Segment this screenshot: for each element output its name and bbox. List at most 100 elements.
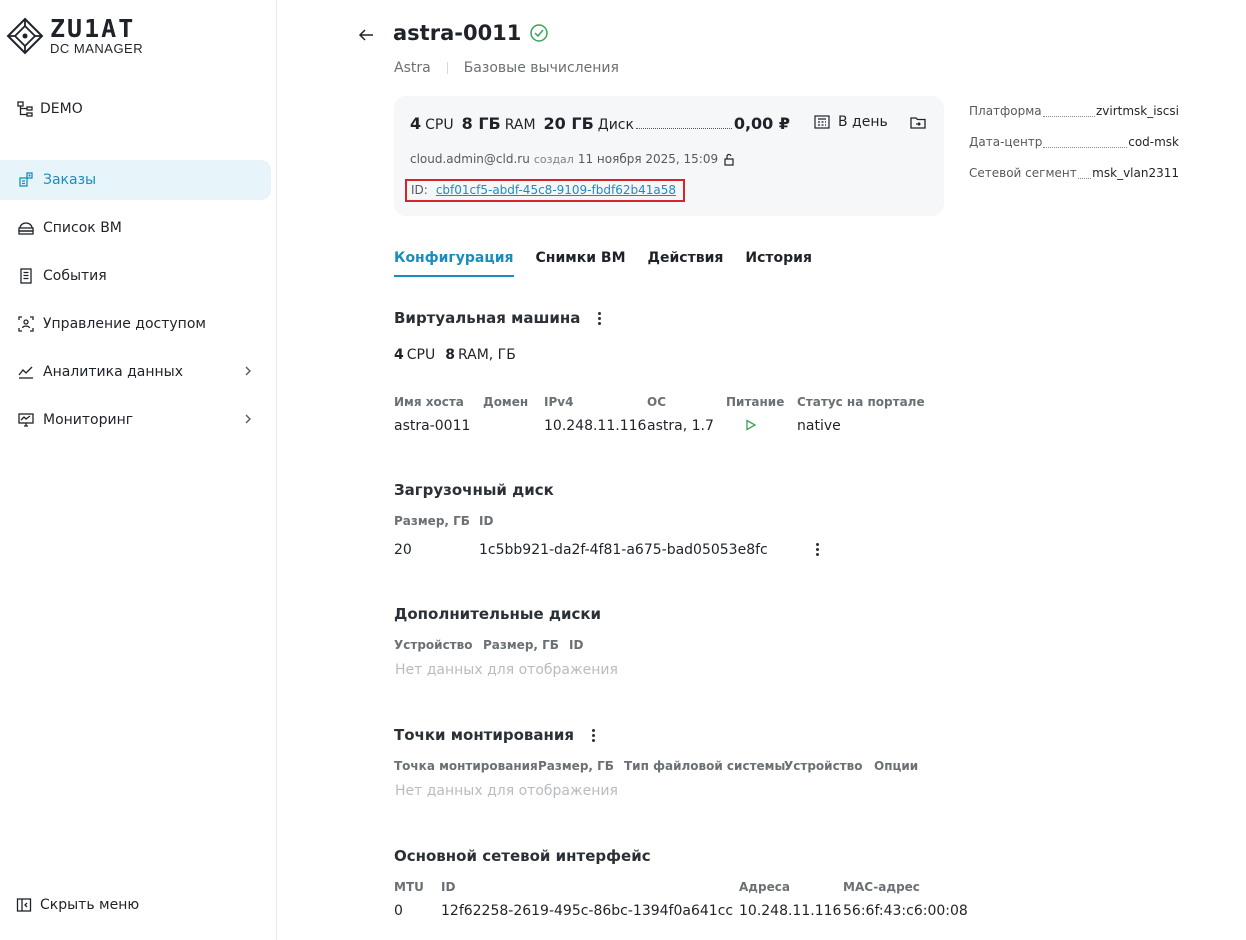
col-header-device: Устройство	[784, 759, 863, 773]
collapse-sidebar-icon	[16, 898, 32, 912]
main-content: astra-0011 Astra Базовые вычисления 4 CPU…	[277, 0, 1246, 940]
vm-cpu-value: 4	[394, 347, 404, 363]
created-label: создал	[533, 152, 574, 166]
vm-cpu-unit: CPU	[406, 347, 436, 363]
events-icon	[17, 267, 35, 285]
mounts-section-title: Точки монтирования	[394, 726, 599, 744]
ram-unit: RAM	[504, 117, 536, 133]
vm-section-title: Виртуальная машина	[394, 309, 605, 327]
back-arrow-icon[interactable]	[357, 26, 375, 44]
boot-disk-id: 1c5bb921-da2f-4f81-a675-bad05053e8fc	[479, 542, 768, 558]
logo-sub-text: DC MANAGER	[50, 41, 144, 56]
vm-resources: 4 CPU 8 RAM, ГБ	[394, 347, 516, 363]
network-segment-row: Сетевой сегмент msk_vlan2311	[969, 166, 1179, 197]
cpu-unit: CPU	[425, 117, 454, 133]
disk-unit: Диск	[597, 117, 634, 133]
nav-item-events[interactable]: События	[0, 256, 271, 296]
network-address: 10.248.11.116	[739, 903, 842, 919]
nav-label: Список ВМ	[43, 220, 122, 236]
nav-label: События	[43, 268, 107, 284]
vm-os: astra, 1.7	[647, 418, 714, 434]
vm-portal-status: native	[797, 418, 841, 434]
network-id: 12f62258-2619-495c-86bc-1394f0a641cc	[441, 903, 734, 919]
order-id-box: ID: cbf01cf5-abdf-45c8-9109-fbdf62b41a58	[405, 179, 685, 202]
network-section-title: Основной сетевой интерфейс	[394, 847, 651, 865]
order-id-link[interactable]: cbf01cf5-abdf-45c8-9109-fbdf62b41a58	[436, 183, 676, 197]
dotted-leader	[635, 128, 732, 129]
col-header-size: Размер, ГБ	[538, 759, 614, 773]
col-header-domain: Домен	[483, 395, 529, 409]
boot-disk-size: 20	[394, 542, 412, 558]
platform-value: zvirtmsk_iscsi	[1095, 104, 1179, 118]
vm-list-icon	[17, 219, 35, 237]
tab-snapshots[interactable]: Снимки ВМ	[536, 250, 626, 277]
col-header-id: ID	[569, 638, 584, 652]
col-header-power: Питание	[726, 395, 785, 409]
col-header-id: ID	[441, 880, 456, 894]
tab-configuration[interactable]: Конфигурация	[394, 250, 514, 277]
logo[interactable]: ZU1AT DC MANAGER	[6, 16, 143, 56]
nav-label: Мониторинг	[43, 412, 134, 428]
hide-menu-button[interactable]: Скрыть меню	[16, 897, 139, 913]
tab-actions[interactable]: Действия	[648, 250, 724, 277]
network-title-text: Основной сетевой интерфейс	[394, 847, 651, 865]
col-header-mtu: MTU	[394, 880, 424, 894]
network-segment-value: msk_vlan2311	[1092, 166, 1179, 180]
nav-item-analytics[interactable]: Аналитика данных	[0, 352, 271, 392]
col-header-os: ОС	[647, 395, 667, 409]
nav-label: Управление доступом	[43, 316, 206, 332]
mounts-more-button[interactable]	[588, 727, 599, 744]
datacenter-value: cod-msk	[1128, 135, 1179, 149]
breadcrumb-separator	[446, 62, 448, 74]
col-header-size: Размер, ГБ	[394, 514, 470, 528]
vm-name: astra-0011	[393, 21, 522, 45]
col-header-id: ID	[479, 514, 494, 528]
logo-mark-icon	[6, 17, 44, 55]
monitoring-icon	[17, 411, 35, 429]
breadcrumb: Astra Базовые вычисления	[394, 60, 619, 76]
breadcrumb-item-service[interactable]: Базовые вычисления	[464, 60, 619, 76]
dotted-leader	[1043, 147, 1128, 148]
disk-value: 20 ГБ	[543, 114, 594, 133]
chevron-right-icon	[243, 413, 253, 428]
nav-item-vm-list[interactable]: Список ВМ	[0, 208, 271, 248]
project-selector[interactable]: DEMO	[16, 100, 83, 118]
unlock-icon[interactable]	[723, 153, 735, 166]
col-header-size: Размер, ГБ	[483, 638, 559, 652]
breadcrumb-item-os[interactable]: Astra	[394, 60, 431, 76]
nav-label: Аналитика данных	[43, 364, 183, 380]
platform-label: Платформа	[969, 104, 1042, 118]
creator-email: cloud.admin@cld.ru	[410, 152, 530, 166]
network-mtu: 0	[394, 903, 403, 919]
creator-info: cloud.admin@cld.ru создал 11 ноября 2025…	[410, 152, 735, 166]
extra-disks-title-text: Дополнительные диски	[394, 605, 602, 623]
power-on-icon[interactable]	[745, 419, 757, 431]
billing-period-selector[interactable]: В день	[814, 114, 888, 130]
nav-item-monitoring[interactable]: Мониторинг	[0, 400, 271, 440]
analytics-icon	[17, 363, 35, 381]
col-header-fs-type: Тип файловой системы	[624, 759, 786, 773]
vm-title-text: Виртуальная машина	[394, 309, 581, 327]
tab-history[interactable]: История	[745, 250, 812, 277]
tabs: Конфигурация Снимки ВМ Действия История	[394, 250, 834, 277]
vm-hostname: astra-0011	[394, 418, 471, 434]
vm-more-button[interactable]	[594, 310, 605, 327]
col-header-hostname: Имя хоста	[394, 395, 464, 409]
col-header-device: Устройство	[394, 638, 473, 652]
col-header-mount-point: Точка монтирования	[394, 759, 538, 773]
billing-period-label: В день	[838, 114, 888, 130]
ram-value: 8 ГБ	[461, 114, 501, 133]
nav-item-orders[interactable]: Заказы	[0, 160, 271, 200]
hierarchy-icon	[17, 101, 33, 117]
mounts-title-text: Точки монтирования	[394, 726, 575, 744]
dotted-leader	[1077, 178, 1092, 179]
page-title: astra-0011	[393, 21, 549, 45]
nav-item-access[interactable]: Управление доступом	[0, 304, 271, 344]
col-header-options: Опции	[874, 759, 919, 773]
col-header-addresses: Адреса	[739, 880, 790, 894]
folder-move-icon[interactable]	[909, 114, 927, 132]
logo-main-text: ZU1AT	[50, 14, 136, 43]
orders-icon	[17, 171, 35, 189]
boot-disk-more-button[interactable]	[812, 541, 823, 558]
order-summary-card: 4 CPU 8 ГБ RAM 20 ГБ Диск 0,00 ₽ В день clo…	[394, 96, 944, 216]
